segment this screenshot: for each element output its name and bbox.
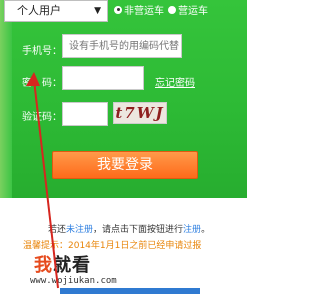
forgot-password-link[interactable]: 忘记密码: [155, 74, 195, 89]
radio-dot-icon: [114, 5, 122, 14]
register-post: 。: [201, 225, 211, 235]
bottom-register-button[interactable]: [60, 288, 200, 294]
watermark-url: www.wojiukan.com: [30, 276, 117, 286]
register-mid: ，请点击下面按钮进行: [93, 225, 184, 235]
radio-non-commercial[interactable]: 非营运车: [114, 2, 164, 17]
vehicle-type-radios: 非营运车 营运车: [114, 2, 208, 17]
watermark-brand-part1: 我: [34, 255, 53, 276]
watermark-brand-part2: 就看: [53, 255, 91, 276]
phone-label: 手机号：: [22, 46, 62, 57]
chevron-down-icon: ▼: [94, 6, 101, 16]
register-link[interactable]: 注册: [183, 225, 201, 235]
phone-input[interactable]: [62, 34, 182, 58]
register-notice: 若还未注册，请点击下面按钮进行注册。: [48, 222, 247, 235]
radio-commercial-label: 营运车: [178, 6, 208, 17]
password-input[interactable]: [62, 66, 144, 90]
unregistered-text: 未注册: [66, 225, 94, 235]
password-label: 密 码：: [22, 78, 62, 89]
user-type-select[interactable]: 个人用户 ▼: [4, 0, 108, 22]
radio-commercial[interactable]: 营运车: [168, 2, 208, 17]
captcha-label: 验证码：: [22, 112, 62, 123]
login-panel: 个人用户 ▼ 非营运车 营运车 手机号： 密 码： 忘记密码 验证码： t7WJ…: [0, 0, 247, 198]
radio-dot-icon: [168, 5, 176, 14]
login-button[interactable]: 我要登录: [52, 151, 198, 179]
watermark-logo: 我就看: [34, 251, 91, 277]
register-pre: 若还: [48, 225, 67, 235]
warm-hint: 温馨提示：2014年1月1日之前已经申请过报: [23, 241, 202, 251]
captcha-image[interactable]: t7WJ: [113, 102, 167, 124]
radio-non-commercial-label: 非营运车: [124, 6, 164, 17]
user-type-value: 个人用户: [17, 4, 61, 17]
captcha-input[interactable]: [62, 102, 108, 126]
